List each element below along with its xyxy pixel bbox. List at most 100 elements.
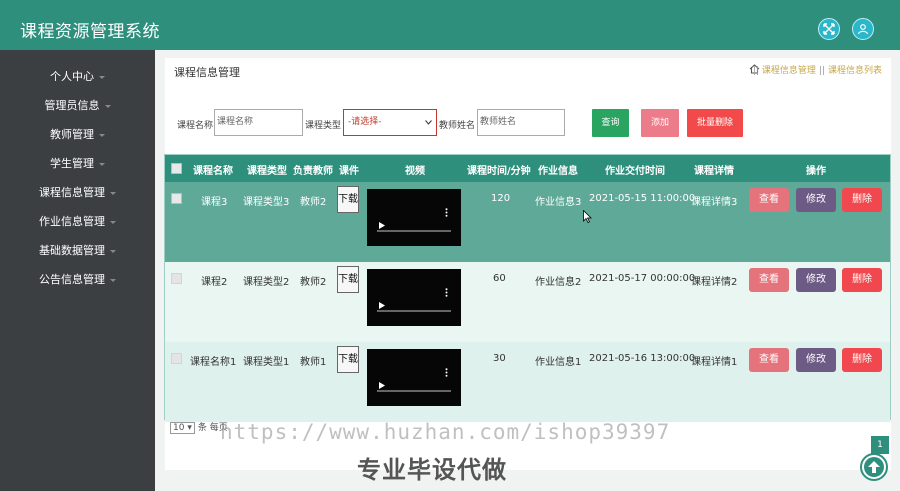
detail-cell: 课程详情2	[691, 277, 738, 288]
download-button[interactable]: 下载	[337, 186, 359, 213]
sidebar-item-label: 作业信息管理	[39, 215, 105, 228]
deadline-cell: 2021-05-17 00:00:00	[589, 273, 696, 284]
course-type-value: -请选择-	[348, 117, 382, 127]
course-name-cell: 课程3	[201, 197, 228, 208]
col-header: 课程详情	[694, 166, 734, 177]
course-name-input[interactable]: 课程名称	[214, 109, 303, 136]
caret-down-icon	[104, 104, 111, 108]
caret-down-icon	[110, 278, 116, 282]
more-icon[interactable]	[445, 368, 448, 377]
col-header: 课件	[339, 166, 359, 177]
teacher-cell: 教师1	[300, 357, 327, 368]
video-progress-track[interactable]	[377, 390, 451, 392]
caret-down-icon	[110, 249, 116, 253]
delete-button[interactable]: 删除	[842, 268, 882, 292]
mouse-cursor-icon	[583, 210, 592, 223]
table-row[interactable]: 课程2 课程类型2 教师2 下载 60 作业信息2 2021-05-17 00:…	[165, 262, 890, 342]
sidebar-item-personal-center[interactable]: 个人中心	[0, 67, 155, 87]
sidebar-item-courses[interactable]: 课程信息管理	[0, 183, 155, 203]
play-icon[interactable]	[379, 382, 385, 389]
homework-cell: 作业信息2	[535, 277, 582, 288]
sidebar-item-label: 课程信息管理	[39, 186, 105, 199]
course-type-cell: 课程类型1	[243, 357, 290, 368]
more-icon[interactable]	[445, 288, 448, 297]
sidebar-item-base-data[interactable]: 基础数据管理	[0, 241, 155, 261]
col-header: 视频	[405, 166, 425, 177]
view-button[interactable]: 查看	[749, 268, 789, 292]
sidebar-item-announcements[interactable]: 公告信息管理	[0, 270, 155, 290]
video-player[interactable]	[367, 269, 461, 326]
view-button[interactable]: 查看	[749, 188, 789, 212]
user-button[interactable]	[852, 18, 874, 40]
add-button[interactable]: 添加	[641, 109, 679, 137]
select-all-checkbox[interactable]	[171, 163, 182, 174]
breadcrumb-item[interactable]: 课程信息列表	[828, 66, 882, 76]
table-header: 课程名称 课程类型 负责教师 课件 视频 课程时间/分钟 作业信息 作业交付时间…	[165, 155, 890, 182]
teacher-cell: 教师2	[300, 277, 327, 288]
delete-button[interactable]: 删除	[842, 188, 882, 212]
sidebar-item-label: 教师管理	[50, 128, 94, 141]
sidebar-item-label: 基础数据管理	[39, 244, 105, 257]
edit-button[interactable]: 修改	[796, 348, 836, 372]
edit-button[interactable]: 修改	[796, 188, 836, 212]
video-player[interactable]	[367, 349, 461, 406]
teacher-name-input[interactable]: 教师姓名	[477, 109, 565, 136]
homework-cell: 作业信息1	[535, 357, 582, 368]
course-name-label: 课程名称	[177, 121, 214, 131]
caret-down-icon	[99, 162, 105, 166]
play-icon[interactable]	[379, 222, 385, 229]
more-icon[interactable]	[445, 208, 448, 217]
view-button[interactable]: 查看	[749, 348, 789, 372]
batch-delete-button[interactable]: 批量删除	[687, 109, 743, 137]
page-title: 课程信息管理	[174, 66, 240, 79]
course-type-cell: 课程类型2	[243, 277, 290, 288]
sidebar-item-admin-info[interactable]: 管理员信息	[0, 96, 155, 116]
sidebar-item-students[interactable]: 学生管理	[0, 154, 155, 174]
video-progress-track[interactable]	[377, 310, 451, 312]
breadcrumb-item[interactable]: 课程信息管理	[762, 66, 816, 76]
query-button[interactable]: 查询	[592, 109, 629, 137]
col-header: 操作	[806, 166, 826, 177]
row-checkbox[interactable]	[171, 353, 182, 364]
minutes-cell: 30	[493, 353, 506, 364]
edit-button[interactable]: 修改	[796, 268, 836, 292]
delete-button[interactable]: 删除	[842, 348, 882, 372]
caret-down-icon	[110, 220, 116, 224]
deadline-cell: 2021-05-16 13:00:00	[589, 353, 696, 364]
col-header: 负责教师	[293, 166, 333, 177]
sidebar-item-teachers[interactable]: 教师管理	[0, 125, 155, 145]
sidebar-item-homework[interactable]: 作业信息管理	[0, 212, 155, 232]
course-table: 课程名称 课程类型 负责教师 课件 视频 课程时间/分钟 作业信息 作业交付时间…	[164, 154, 891, 422]
download-button[interactable]: 下载	[337, 346, 359, 373]
course-type-select[interactable]: -请选择-	[343, 109, 437, 136]
minutes-cell: 120	[491, 193, 511, 204]
watermark-url: https://www.huzhan.com/ishop39397	[220, 420, 671, 444]
back-to-top-button[interactable]	[860, 453, 888, 481]
video-player[interactable]	[367, 189, 461, 246]
detail-cell: 课程详情1	[691, 357, 738, 368]
teacher-cell: 教师2	[300, 197, 327, 208]
play-icon[interactable]	[379, 302, 385, 309]
row-checkbox[interactable]	[171, 273, 182, 284]
video-progress-track[interactable]	[377, 230, 451, 232]
page-size-value: 10	[173, 423, 185, 433]
current-page-button[interactable]: 1	[871, 436, 889, 454]
table-row[interactable]: 课程3 课程类型3 教师2 下载 120 作业信息3 2021-05-15 11…	[165, 182, 890, 262]
course-type-cell: 课程类型3	[243, 197, 290, 208]
table-row[interactable]: 课程名称1 课程类型1 教师1 下载 30 作业信息1 2021-05-16 1…	[165, 342, 890, 422]
app-title: 课程资源管理系统	[20, 22, 160, 42]
col-header: 课程类型	[247, 166, 287, 177]
col-header: 课程名称	[193, 166, 233, 177]
expand-icon	[823, 23, 835, 35]
detail-cell: 课程详情3	[691, 197, 738, 208]
course-type-label: 课程类型	[305, 121, 342, 131]
caret-down-icon	[110, 191, 116, 195]
fullscreen-button[interactable]	[818, 18, 840, 40]
sidebar-item-label: 管理员信息	[44, 99, 100, 112]
page-size-select[interactable]: 10 ▾	[170, 422, 195, 434]
teacher-name-label: 教师姓名	[439, 121, 476, 131]
row-checkbox[interactable]	[171, 193, 182, 204]
minutes-cell: 60	[493, 273, 506, 284]
sidebar-item-label: 个人中心	[50, 70, 94, 83]
download-button[interactable]: 下载	[337, 266, 359, 293]
